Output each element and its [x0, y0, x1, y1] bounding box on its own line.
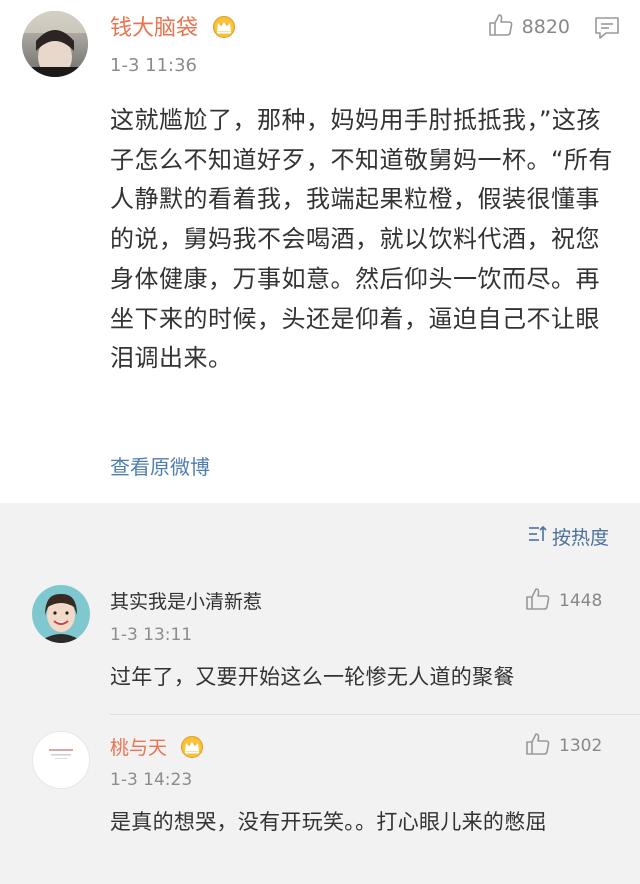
like-count: 1448: [559, 591, 603, 611]
avatar[interactable]: [32, 731, 90, 789]
post-timestamp: 1-3 11:36: [110, 55, 197, 76]
comment-like-button[interactable]: 1302: [525, 731, 602, 761]
username[interactable]: 钱大脑袋: [110, 14, 237, 44]
thumbs-up-icon: [525, 586, 551, 617]
crown-badge-icon: [211, 16, 237, 38]
username-label[interactable]: 桃与天: [110, 737, 167, 759]
sort-icon: [528, 525, 548, 548]
sort-by-hot-button[interactable]: 按热度: [528, 522, 609, 550]
view-original-link[interactable]: 查看原微博: [110, 452, 210, 482]
crown-badge-icon: [179, 735, 205, 758]
thumbs-up-icon: [488, 12, 514, 43]
thumbs-up-icon: [525, 731, 551, 762]
comment-username[interactable]: 其实我是小清新惹: [110, 589, 262, 615]
comment-timestamp: 1-3 14:23: [110, 770, 193, 790]
avatar[interactable]: [32, 585, 90, 643]
comment-button[interactable]: [593, 15, 621, 41]
comment-username[interactable]: 桃与天: [110, 735, 205, 761]
post-text: 这就尴尬了，那种，妈妈用手肘抵抵我，”这孩子怎么不知道好歹，不知道敬舅妈一杯。“…: [110, 106, 613, 373]
username-label[interactable]: 钱大脑袋: [110, 16, 198, 41]
comment-timestamp: 1-3 13:11: [110, 625, 193, 645]
like-count: 8820: [521, 16, 570, 38]
main-post: 钱大脑袋 1-3 11:36 8820 这就尴尬了，那种，妈妈用手肘抵抵我，”这: [0, 0, 640, 503]
avatar[interactable]: [22, 11, 88, 77]
like-count: 1302: [559, 736, 603, 756]
sort-label: 按热度: [552, 526, 610, 549]
comment-divider: [110, 714, 640, 715]
comment-text: 过年了，又要开始这么一轮惨无人道的聚餐: [110, 665, 515, 689]
comment-like-button[interactable]: 1448: [525, 586, 602, 616]
like-button[interactable]: 8820: [488, 12, 570, 42]
comment-text: 是真的想哭，没有开玩笑。。打心眼儿来的憋屈: [110, 810, 547, 834]
